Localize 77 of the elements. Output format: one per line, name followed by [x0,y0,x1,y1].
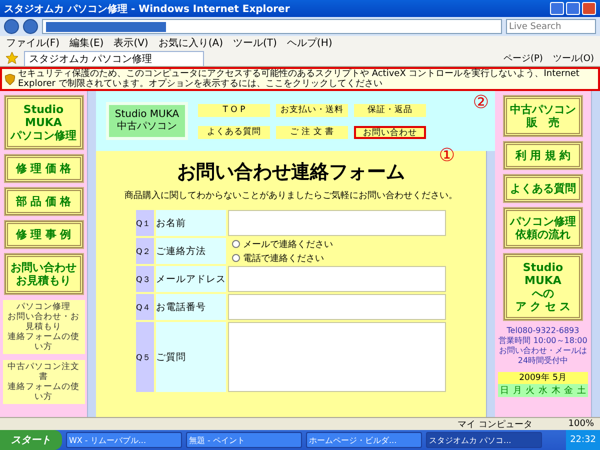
status-zone-text: マイ コンピュータ [457,418,532,430]
sidebar-link-button[interactable]: 修 理 事 例 [4,221,82,248]
information-bar-text: セキュリティ保護のため、このコンピュータにアクセスする可能性のあるスクリプトや ActiveX コントロールを実行しないよう、Internet Explorer で制限されています。オプションを表示するには、ここをクリックしてください [18,69,580,89]
address-field[interactable] [42,19,502,34]
question-label: ご連絡方法 [156,238,226,264]
sidebar-note-link[interactable]: 中古パソコン注文書 連絡フォームの使い方 [2,360,84,404]
sidebar-link-button[interactable]: よくある質問 [504,175,582,202]
annotation-number: ① [438,147,455,165]
question-label: お電話番号 [156,294,226,320]
menu-item[interactable]: お気に入り(A) [158,36,223,50]
sidebar-link-button[interactable]: 修 理 価 格 [4,155,82,182]
contact-info-text: お問い合わせ・メールは24時間受付中 [498,346,588,366]
sidebar-note-link[interactable]: パソコン修理 お問い合わせ・お見積もり 連絡フォームの使い方 [2,300,84,354]
scrollbar[interactable] [87,91,96,417]
nav-link[interactable]: お問い合わせ [354,126,426,138]
question-number: Q５ [136,322,154,392]
radio-label: メールで連絡ください [243,238,333,250]
sidebar-link-button[interactable]: 部 品 価 格 [4,188,82,215]
nav-link[interactable]: お支払い・送料 [276,104,348,116]
information-bar[interactable]: セキュリティ保護のため、このコンピュータにアクセスする可能性のあるスクリプトや ActiveX コントロールを実行しないよう、Internet Explorer で制限されています。オプションを表示するには、ここをクリックしてください [0,67,600,91]
calendar-weekday-row: 日 月 火 水 木 金 土 [498,384,588,397]
minimize-button[interactable] [550,2,564,15]
question-number: Q４ [136,294,154,320]
menu-item[interactable]: ツール(T) [233,36,277,50]
back-button[interactable] [4,19,19,34]
radio-button[interactable] [232,254,240,262]
nav-link[interactable]: ご 注 文 書 [276,126,348,138]
radio-button[interactable] [232,240,240,248]
radio-label: 電話で連絡ください [243,252,324,264]
window-title: スタジオムカ パソコン修理 - Windows Internet Explorer [4,2,290,16]
calendar-title: 2009年 5月 [498,372,588,384]
sidebar-link-button[interactable]: お問い合わせ お見積もり [4,254,82,294]
text-field[interactable] [228,266,446,292]
logo-box[interactable]: Studio MUKA 中古パソコン [106,102,188,140]
nav-link[interactable]: 保証・返品 [354,104,426,116]
question-number: Q３ [136,266,154,292]
intro-text: 商品購入に関してわからないことがありましたらご気軽にお問い合わせください。 [124,190,458,202]
toolbar-menu-button[interactable]: ページ(P) [503,52,543,64]
menu-item[interactable]: ヘルプ(H) [286,36,332,50]
browser-tab[interactable]: スタジオムカ パソコン修理 [24,50,204,66]
question-number: Q１ [136,210,154,236]
sidebar-link-button[interactable]: パソコン修理 依頼の流れ [504,208,582,248]
zoom-level-button[interactable]: 100% [568,419,594,429]
form-title: お問い合わせ連絡フォーム [177,160,405,185]
question-number: Q２ [136,238,154,264]
nav-link[interactable]: よくある質問 [198,126,270,138]
nav-link[interactable]: T O P [198,104,270,116]
sidebar-link-button[interactable]: 中古パソコン 販 売 [504,96,582,136]
start-button[interactable]: スタート [0,430,62,450]
taskbar-button[interactable]: 無題 - ペイント [186,432,302,448]
restore-button[interactable] [566,2,580,15]
sidebar-link-button[interactable]: Studio MUKA パソコン修理 [4,96,82,149]
menu-item[interactable]: ファイル(F) [6,36,60,50]
taskbar-button[interactable]: ホームページ・ビルダ... [306,432,422,448]
sidebar-link-button[interactable]: 利 用 規 約 [504,142,582,169]
contact-info-text: 営業時間 10:00～18:00 [498,336,588,346]
text-field[interactable] [228,294,446,320]
question-label: お名前 [156,210,226,236]
taskbar-button[interactable]: スタジオムカ パソコ... [426,432,542,448]
taskbar-button[interactable]: WX - リムーバブル... [66,432,182,448]
scrollbar[interactable] [486,151,495,417]
annotation-number: ② [472,94,489,112]
text-field[interactable] [228,210,446,236]
question-label: メールアドレス [156,266,226,292]
search-field[interactable]: Live Search [506,19,596,34]
close-button[interactable] [582,2,596,15]
contact-info-text: Tel080-9322-6893 [506,326,580,336]
scrollbar[interactable] [591,91,600,417]
menu-item[interactable]: 表示(V) [114,36,148,50]
menu-item[interactable]: 編集(E) [70,36,104,50]
shield-icon [5,74,15,84]
favorites-star-icon[interactable] [6,52,18,64]
clock: 22:32 [570,435,596,445]
toolbar-menu-button[interactable]: ツール(O) [552,52,594,64]
forward-button[interactable] [23,19,38,34]
sidebar-link-button[interactable]: Studio MUKA への ア ク セ ス [504,254,582,320]
question-label: ご質問 [156,322,226,392]
